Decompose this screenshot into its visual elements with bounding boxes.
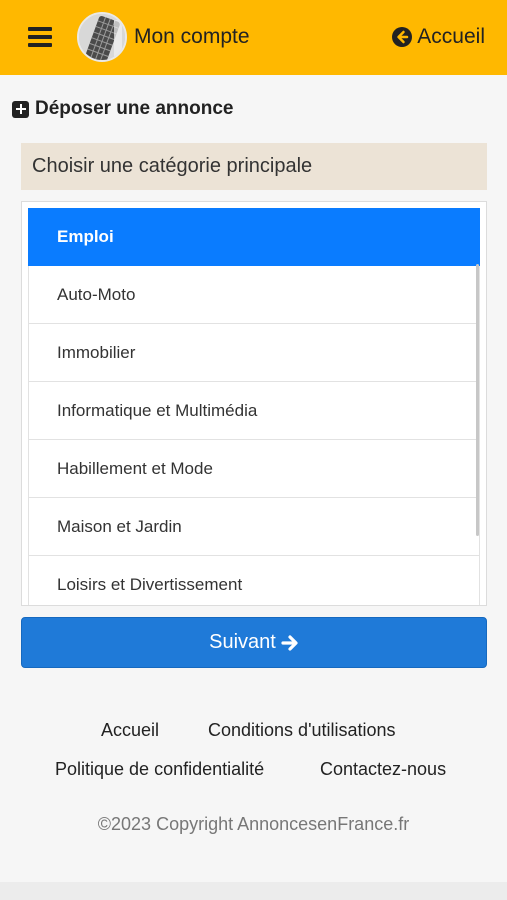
category-listbox[interactable]: Emploi Auto-Moto Immobilier Informatique… bbox=[21, 201, 487, 606]
footer-link-home[interactable]: Accueil bbox=[101, 720, 159, 741]
next-button-label: Suivant bbox=[209, 631, 276, 653]
arrow-right-icon bbox=[281, 634, 298, 651]
next-button[interactable]: Suivant bbox=[21, 617, 487, 668]
category-option-informatique[interactable]: Informatique et Multimédia bbox=[28, 382, 480, 440]
category-option-auto-moto[interactable]: Auto-Moto bbox=[28, 266, 480, 324]
home-link[interactable]: Accueil bbox=[392, 25, 485, 49]
top-bar: Mon compte Accueil bbox=[0, 0, 507, 75]
footer-link-contact[interactable]: Contactez-nous bbox=[320, 759, 446, 780]
category-option-emploi[interactable]: Emploi bbox=[28, 208, 480, 266]
list-scrollbar[interactable] bbox=[476, 264, 479, 536]
avatar[interactable] bbox=[77, 12, 127, 62]
category-prompt: Choisir une catégorie principale bbox=[21, 143, 487, 190]
page-title-label: Déposer une annonce bbox=[35, 98, 234, 119]
category-list: Emploi Auto-Moto Immobilier Informatique… bbox=[28, 208, 480, 605]
category-option-loisirs[interactable]: Loisirs et Divertissement bbox=[28, 556, 480, 605]
home-link-label: Accueil bbox=[417, 25, 485, 48]
category-option-habillement[interactable]: Habillement et Mode bbox=[28, 440, 480, 498]
arrow-left-circle-icon bbox=[392, 27, 413, 47]
plus-square-icon bbox=[12, 100, 29, 118]
footer-link-privacy[interactable]: Politique de confidentialité bbox=[55, 759, 264, 780]
page-title: Déposer une annonce bbox=[12, 98, 234, 120]
account-link[interactable]: Mon compte bbox=[134, 25, 250, 49]
category-option-immobilier[interactable]: Immobilier bbox=[28, 324, 480, 382]
bottom-bar bbox=[0, 882, 507, 900]
copyright: ©2023 Copyright AnnoncesenFrance.fr bbox=[97, 814, 410, 834]
menu-icon[interactable] bbox=[28, 26, 52, 48]
footer-link-terms[interactable]: Conditions d'utilisations bbox=[208, 720, 396, 741]
category-option-maison[interactable]: Maison et Jardin bbox=[28, 498, 480, 556]
